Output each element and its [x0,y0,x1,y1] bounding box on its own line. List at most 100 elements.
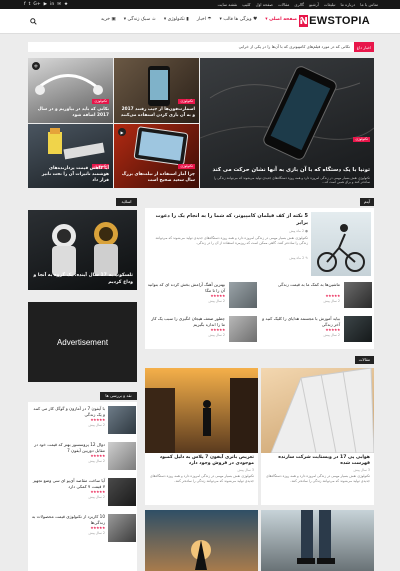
nav-label: تکنولوژی [167,17,185,22]
hero-main-title[interactable]: تونیا با یک دستگاه که با آن بازی به آنها… [204,167,370,174]
hero-main-category[interactable]: تکنولوژی [353,137,370,142]
meta-text: 2 ماه پیش [289,256,305,260]
reviews-title: نقد و بررسی ها [100,392,137,400]
linkedin-icon[interactable]: in [50,1,54,8]
tech-item-2-thumb [229,282,257,308]
views-badge: 👁 [32,62,40,70]
street-image [145,378,258,453]
review-item[interactable]: 10 کاربرد از تکنولوژی قیمت محصولات به زن… [30,514,136,546]
tech-item-2-title: بهترین آهنگ آرامش بخش کرده ای که بتوانید… [147,282,225,293]
nav-item-lifestyle[interactable]: ☕ سبک زندگی ▾ [124,17,156,22]
tech-item-3-title: بیاید آموزش با مجسمه هدایای را کلیک کنید… [262,316,340,327]
ad-label: Advertisement [56,337,109,347]
nav-item-news[interactable]: ☂ اخبار [197,17,212,22]
logo-text: EWSTOPIA [309,15,370,27]
nav-label: خرید [100,17,110,22]
review-title: دوال 12 پروسسور بهتر که قیمت خود در مقاب… [34,442,105,453]
top-link[interactable]: تبلیغات [324,1,336,8]
review-meta: 2 سال پیش [88,495,105,499]
nav-item-shop[interactable]: ▣ خرید [101,17,116,22]
tech-main-image[interactable] [311,212,371,276]
top-link[interactable]: آرشیو [309,1,319,8]
latest-card-1[interactable]: هوابی پی 17 در ویستایت شرکت سازنده فهرست… [261,368,374,505]
top-link[interactable]: کلیپ [242,1,250,8]
facebook-icon[interactable]: f [24,1,26,8]
page: { "topbar": { "links": ["تماس با ما", "د… [0,0,400,571]
tile-2-category[interactable]: تکنولوژی [92,99,109,104]
tech-item-1[interactable]: ماشین‌ها به کمک ما به قیمت زندگی ★★★★★ 2… [262,282,372,312]
latest-card-1-title[interactable]: هوابی پی 17 در ویستایت شرکت سازنده فهرست… [265,455,370,467]
nav-item-home[interactable]: ⌂ صفحه اصلی ▾ [265,17,302,22]
tech-item-1-title: ماشین‌ها به کمک ما به قیمت زندگی [277,282,340,287]
tech-item-3-thumb [344,316,372,342]
news-widget-caption[interactable]: تلسکوپ به 17 سال آینده: یک گروه به آنجا … [32,273,133,286]
tech-item-4-meta: 2 سال پیش [208,333,225,337]
cyclist-illustration [317,224,365,272]
hero-tile-4[interactable]: تکنولوژی آیا کاهش قیمت پردازنده‌های هوشم… [28,124,113,188]
latest-card-2-title[interactable]: تعریض باتری آیفون 7 پلاس به دلیل کمبود م… [149,455,254,467]
rating-stars: ★★★★★ [90,418,105,422]
top-link[interactable]: نقشه سایت [217,1,237,8]
top-link[interactable]: صفحه اول [256,1,273,8]
review-item[interactable]: با آیفون 7 در آمازون و گوگل کار می کنند … [30,406,136,438]
review-title: آیا ساخت مقاصد آی‌یو ای سی وضع تجهیز ۷ ق… [32,478,105,489]
nav-label: اخبار [196,17,206,22]
hero-main-excerpt: تکنولوژی نقش بسیار مهمی در زندگی امروزه … [213,176,370,184]
news-widget-title: اسلاید [116,198,137,206]
advertisement[interactable]: Advertisement [28,302,137,382]
tech-item-3[interactable]: بیاید آموزش با مجسمه هدایای را کلیک کنید… [262,316,372,346]
top-link[interactable]: درباره ما [341,1,356,8]
tile-3-category[interactable]: تکنولوژی [178,164,195,169]
twitter-icon[interactable]: t [29,1,31,8]
tile-1-title[interactable]: اسمارت‌فون‌ها از جیب رفتند 2017 و به آن … [118,107,195,119]
rating-stars: ★★★★★ [90,454,105,458]
breaking-label: اخبار داغ [354,42,374,52]
news-widget-slide[interactable]: تلسکوپ به 17 سال آینده: یک گروه به آنجا … [28,210,137,290]
nav-item-tech[interactable]: ▮ تکنولوژی ▾ [164,17,189,22]
hero-tile-2[interactable]: 👁 تکنولوژی نکاتی که باید در بیاوریم و در… [28,58,113,123]
tech-main-title[interactable]: 5 نکته از کف فیلمان کامپیوتر، که شما را … [150,213,308,227]
tech-main-meta-2: ✎ 2 ماه پیش [289,256,308,260]
youtube-icon[interactable]: ▶ [44,1,47,8]
tech-item-2[interactable]: بهترین آهنگ آرامش بخش کرده ای که بتوانید… [147,282,257,312]
tile-2-title[interactable]: نکاتی که باید در بیاوریم و در سال 2017 ا… [32,107,109,119]
tech-item-3-meta: 2 سال پیش [323,333,340,337]
latest-card-3-image[interactable] [261,510,374,571]
rating-stars: ★★★★★ [90,490,105,494]
hero-tile-3[interactable]: ▶ تکنولوژی چرا آمار استفاده از تبلت‌های … [114,124,199,188]
google-plus-icon[interactable]: G+ [33,1,40,8]
latest-card-1-meta: 3 سال پیش [353,468,370,472]
top-link[interactable]: تماس با ما [360,1,378,8]
tile-4-title[interactable]: آیا کاهش قیمت پردازنده‌های هوشمند تاثیرا… [32,166,109,184]
logo[interactable]: N EWSTOPIA [299,14,370,28]
latest-card-2[interactable]: تعریض باتری آیفون 7 پلاس به دلیل کمبود م… [145,368,258,505]
rating-stars: ★★★★★ [210,328,225,332]
top-bar: تماس با ما درباره ما تبلیغات آرشیو گالری مقال… [0,0,400,9]
review-title: با آیفون 7 در آمازون و گوگل کار می کنند … [33,406,105,417]
search-icon[interactable] [30,18,37,25]
tech-item-4[interactable]: چطور ضعف هیجان انگیزی را سبب یک کار ما ر… [147,316,257,346]
review-thumb [108,478,136,506]
latest-card-4-image[interactable] [145,510,258,571]
tech-item-2-meta: 2 سال پیش [208,299,225,303]
top-link[interactable]: مقالات [278,1,289,8]
social-icons: f t G+ ▶ in ✉ ★ [24,1,68,8]
review-item[interactable]: دوال 12 پروسسور بهتر که قیمت خود در مقاب… [30,442,136,474]
tile-3-title[interactable]: چرا آمار استفاده از تبلت‌های بزرگ سال سع… [118,172,195,184]
mail-icon[interactable]: ✉ [57,1,61,8]
hero-main[interactable]: تکنولوژی تونیا با یک دستگاه که با آن باز… [200,58,374,188]
review-item[interactable]: آیا ساخت مقاصد آی‌یو ای سی وضع تجهیز ۷ ق… [30,478,136,510]
rating-stars: ★★★★★ [325,328,340,332]
star-icon[interactable]: ★ [64,1,68,8]
tech-main-excerpt: تکنولوژی نقش بسیار مهمی در زندگی امروزه … [155,236,308,245]
nav-item-features[interactable]: ♥ ویژگی ها قالب ▾ [220,17,258,22]
tile-1-category[interactable]: تکنولوژی [178,99,195,104]
tech-item-1-meta: 2 سال پیش [323,299,340,303]
top-links: تماس با ما درباره ما تبلیغات آرشیو گالری مقال… [217,1,378,8]
top-link[interactable]: گالری [294,1,304,8]
tech-item-4-thumb [229,316,257,342]
play-icon[interactable]: ▶ [118,128,126,136]
hero-tile-1[interactable]: تکنولوژی اسمارت‌فون‌ها از جیب رفتند 2017… [114,58,199,123]
breaking-text[interactable]: نکاتی که در مورد فیلم‌های کامپیوتری که ب… [239,42,350,52]
main-nav: ⌂ صفحه اصلی ▾ ♥ ویژگی ها قالب ▾ ☂ اخبار … [101,17,302,22]
